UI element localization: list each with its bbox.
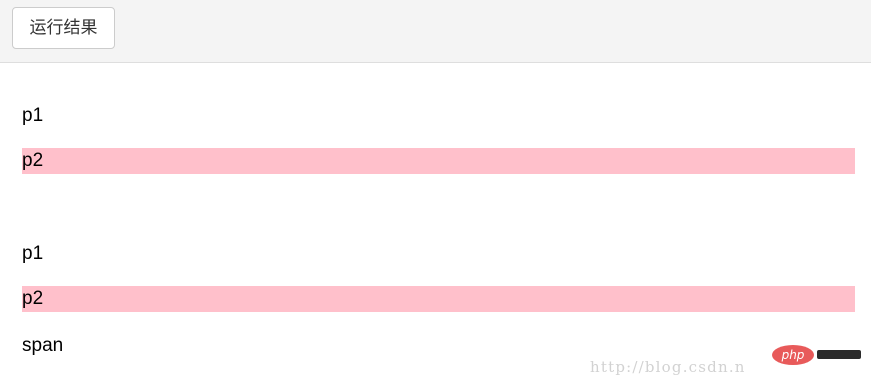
php-logo: php xyxy=(772,345,814,365)
toolbar: 运行结果 xyxy=(0,0,871,63)
paragraph-p2-highlighted: p2 xyxy=(22,286,855,312)
logo-redacted-text xyxy=(817,350,861,359)
paragraph-p1: p1 xyxy=(22,243,44,264)
paragraph-p1: p1 xyxy=(22,105,44,126)
watermark-url: http://blog.csdn.n xyxy=(590,358,746,376)
run-result-button[interactable]: 运行结果 xyxy=(12,7,115,49)
paragraph-p2-highlighted: p2 xyxy=(22,148,855,174)
